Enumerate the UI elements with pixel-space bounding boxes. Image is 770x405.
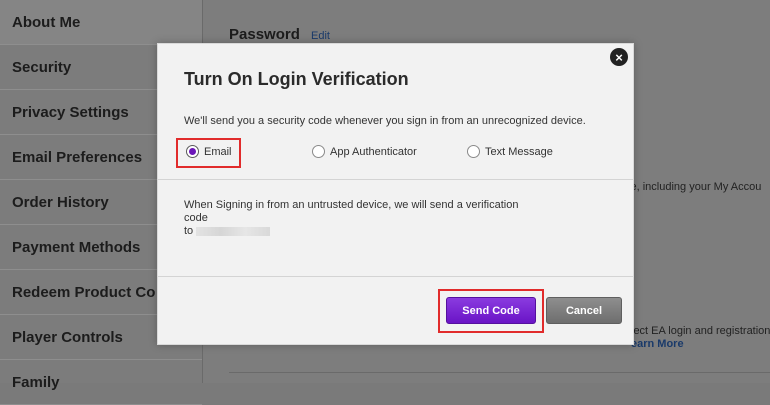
divider: [229, 372, 770, 373]
sidebar-item-about-me[interactable]: About Me: [0, 0, 202, 45]
dialog-title: Turn On Login Verification: [184, 69, 409, 89]
recipient-prefix: to: [184, 225, 194, 237]
learn-more-link[interactable]: earn More: [631, 338, 684, 350]
login-verification-dialog: Turn On Login Verification × We'll send …: [157, 43, 634, 345]
verification-method-options: Email App Authenticator Text Message: [184, 145, 624, 165]
option-text-message-label: Text Message: [485, 145, 553, 158]
option-app-authenticator[interactable]: App Authenticator: [312, 145, 417, 158]
redacted-email: [196, 226, 271, 236]
background-text-fragment: lect EA login and registration: [631, 325, 770, 337]
verification-info: When Signing in from an untrusted device…: [184, 199, 544, 238]
password-heading: Password: [229, 26, 300, 43]
divider: [158, 179, 633, 180]
verification-info-line: When Signing in from an untrusted device…: [184, 199, 519, 224]
option-text-message[interactable]: Text Message: [467, 145, 553, 158]
send-code-button[interactable]: Send Code: [446, 297, 536, 324]
email-highlight-box: [176, 138, 241, 168]
divider: [158, 276, 633, 277]
dialog-description: We'll send you a security code whenever …: [184, 115, 586, 127]
background-text-fragment: ce, including your My Accou: [625, 181, 762, 193]
cancel-button[interactable]: Cancel: [546, 297, 622, 324]
option-app-authenticator-label: App Authenticator: [330, 145, 417, 158]
close-icon[interactable]: ×: [610, 48, 628, 66]
password-edit-link[interactable]: Edit: [311, 30, 330, 42]
radio-text-message[interactable]: [467, 145, 480, 158]
verification-info-recipient: to: [184, 225, 544, 238]
radio-app-authenticator[interactable]: [312, 145, 325, 158]
